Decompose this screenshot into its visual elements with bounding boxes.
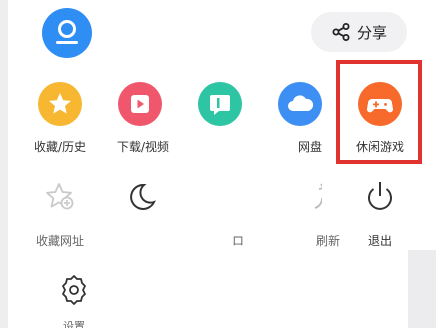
bookmark-icon-wrap [38,176,82,220]
menu-item-downloads-video[interactable]: 下载/视频 [100,82,180,155]
user-icon [56,20,78,44]
refresh-icon [314,183,322,209]
menu-item-hidden[interactable]: ロ [180,176,260,249]
notes-circle [198,82,242,126]
menu-item-bookmark-site[interactable]: 收藏网址 [20,176,100,249]
menu-item-label: 下载/视频 [116,140,170,154]
share-label: 分享 [356,23,387,42]
menu-item-label: 设置 [63,320,85,328]
star-icon [49,93,71,114]
menu-item-refresh[interactable]: 刷新 [260,176,340,249]
downloads-circle [118,82,162,126]
share-icon [332,23,350,41]
blank-icon [198,176,242,220]
settings-icon-wrap [52,270,96,314]
favorites-circle [38,82,82,126]
menu-item-label: 刷新 [315,234,340,248]
power-icon [368,182,392,210]
menu-item-notes[interactable] [180,82,260,138]
menu-item-label: 网盘 [297,140,322,154]
menu-panel: 分享 收藏/历史 下载/视频 网盘 休闲游戏 收藏网址 ロ 刷新 退出 设置 [8,0,436,328]
menu-item-label: 退出 [367,234,392,248]
exit-icon-wrap [358,176,402,220]
menu-item-settings[interactable]: 设置 [34,270,114,328]
menu-item-label: ロ [231,234,244,248]
refresh-icon-wrap [278,176,322,220]
menu-item-label: 收藏网址 [35,234,84,248]
star-add-icon [46,183,74,210]
menu-item-label: 收藏/历史 [33,140,87,154]
menu-item-cloud-drive[interactable]: 网盘 [260,82,340,155]
night-icon-wrap [118,176,162,220]
menu-item-favorites-history[interactable]: 收藏/历史 [20,82,100,155]
menu-item-night-mode[interactable] [100,176,180,232]
highlight-box [336,60,422,164]
moon-icon [130,183,156,210]
background-strip [408,250,436,328]
play-icon [131,95,149,113]
cloud-circle [278,82,322,126]
menu-item-exit[interactable]: 退出 [340,176,420,249]
cloud-icon [288,95,314,111]
avatar[interactable] [42,8,92,58]
note-icon [210,95,230,115]
share-button[interactable]: 分享 [311,12,407,52]
gear-icon [62,275,86,305]
